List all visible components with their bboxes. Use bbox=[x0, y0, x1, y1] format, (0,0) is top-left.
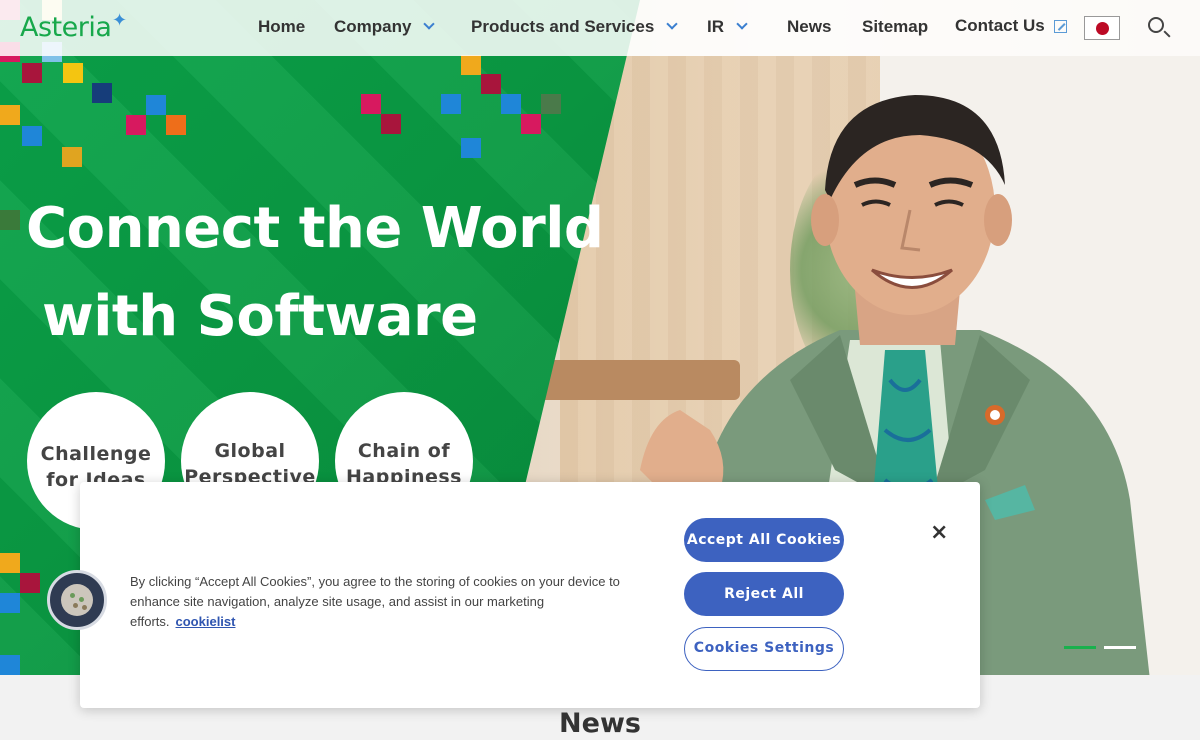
nav-products-label: Products and Services bbox=[471, 17, 655, 36]
deco-square bbox=[361, 94, 381, 114]
accept-all-cookies-button[interactable]: Accept All Cookies bbox=[684, 518, 844, 562]
deco-square bbox=[0, 553, 20, 573]
deco-square bbox=[0, 655, 20, 675]
nav-contact-label: Contact Us bbox=[955, 16, 1045, 35]
nav-company-label: Company bbox=[334, 17, 412, 36]
deco-square bbox=[0, 105, 20, 125]
nav-contact[interactable]: Contact Us bbox=[955, 16, 1067, 36]
deco-square bbox=[461, 55, 481, 75]
deco-square bbox=[22, 63, 42, 83]
external-link-icon bbox=[1053, 20, 1067, 33]
value-circle-label: Global bbox=[214, 440, 286, 462]
deco-square bbox=[441, 94, 461, 114]
deco-square bbox=[521, 114, 541, 134]
chevron-down-icon bbox=[666, 18, 678, 30]
site-header: Asteria ✦ Home Company Products and Serv… bbox=[0, 0, 1200, 56]
deco-square bbox=[22, 126, 42, 146]
deco-square bbox=[63, 63, 83, 83]
deco-square bbox=[0, 593, 20, 613]
deco-square bbox=[166, 115, 186, 135]
nav-news[interactable]: News bbox=[787, 17, 831, 37]
reject-all-button[interactable]: Reject All bbox=[684, 572, 844, 616]
nav-company[interactable]: Company bbox=[334, 17, 436, 37]
slider-dot-active[interactable] bbox=[1064, 646, 1096, 649]
slider-pagination bbox=[1064, 636, 1144, 654]
cookie-consent-banner: By clicking “Accept All Cookies”, you ag… bbox=[80, 482, 980, 708]
chevron-down-icon bbox=[423, 18, 436, 30]
site-logo[interactable]: Asteria bbox=[20, 12, 112, 43]
deco-square bbox=[146, 95, 166, 115]
cookielist-link[interactable]: cookielist bbox=[176, 614, 236, 629]
deco-square bbox=[501, 94, 521, 114]
deco-square bbox=[541, 94, 561, 114]
hero-headline-line2: with Software bbox=[42, 284, 478, 349]
hero-headline: Connect the World with Software bbox=[26, 185, 604, 361]
chevron-down-icon bbox=[736, 18, 748, 30]
logo-sparkle-icon: ✦ bbox=[112, 10, 128, 30]
value-circle-label: Challenge bbox=[40, 443, 152, 465]
nav-ir-label: IR bbox=[707, 17, 724, 36]
deco-square bbox=[381, 114, 401, 134]
cookie-icon[interactable] bbox=[47, 570, 107, 630]
nav-home[interactable]: Home bbox=[258, 17, 305, 37]
deco-square bbox=[20, 573, 40, 593]
hero-headline-line1: Connect the World bbox=[26, 196, 604, 261]
page: Connect the World with Software Challeng… bbox=[0, 0, 1200, 740]
nav-sitemap[interactable]: Sitemap bbox=[862, 17, 928, 37]
japan-flag-icon[interactable] bbox=[1084, 16, 1120, 40]
cookies-settings-button[interactable]: Cookies Settings bbox=[684, 627, 844, 671]
deco-square bbox=[126, 115, 146, 135]
news-section-heading: News bbox=[559, 708, 641, 739]
deco-square bbox=[0, 210, 20, 230]
value-circle-label: Chain of bbox=[357, 440, 451, 462]
search-icon[interactable] bbox=[1148, 17, 1164, 33]
deco-square bbox=[461, 138, 481, 158]
deco-square bbox=[92, 83, 112, 103]
deco-square bbox=[481, 74, 501, 94]
deco-square bbox=[62, 147, 82, 167]
nav-ir[interactable]: IR bbox=[707, 17, 748, 37]
close-icon[interactable]: × bbox=[930, 520, 948, 545]
nav-products[interactable]: Products and Services bbox=[471, 17, 678, 37]
cookie-notice: By clicking “Accept All Cookies”, you ag… bbox=[130, 572, 650, 632]
slider-dot[interactable] bbox=[1104, 646, 1136, 649]
